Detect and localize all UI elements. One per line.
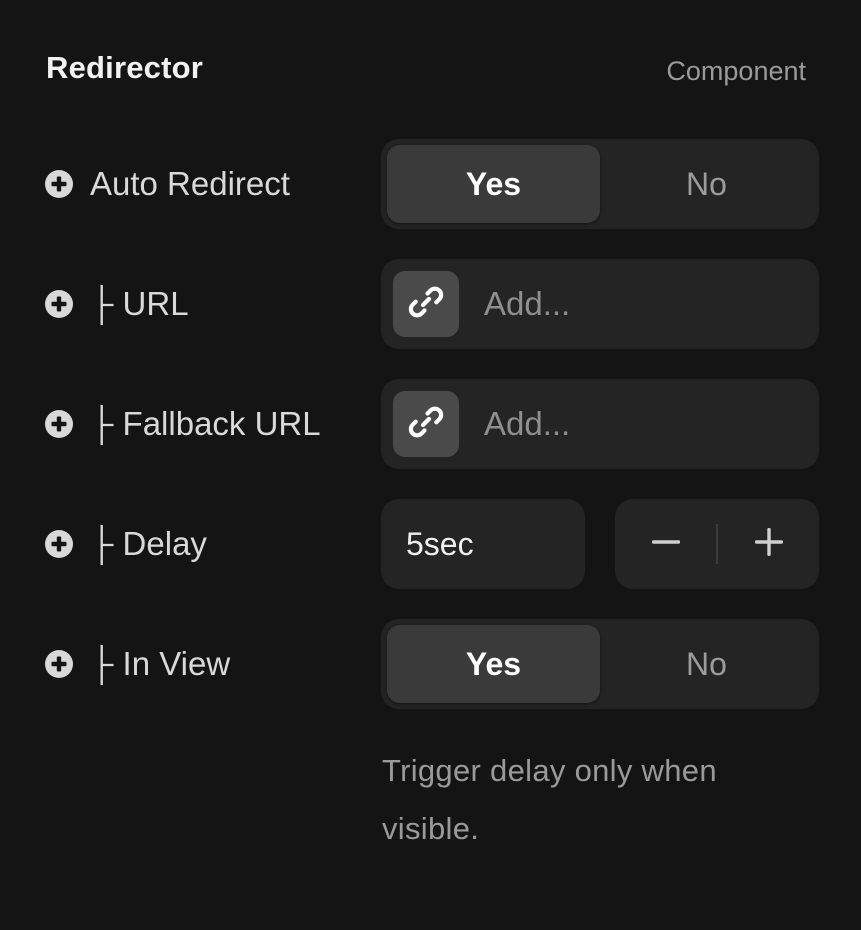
fallback-url-label: ├ Fallback URL — [90, 405, 321, 442]
auto-redirect-row: Auto Redirect Yes No — [0, 139, 861, 229]
url-label: ├ URL — [90, 285, 189, 322]
panel-title: Redirector — [46, 50, 204, 85]
redirector-panel: Redirector Component Auto Redirect Yes N… — [0, 0, 861, 930]
add-property-icon[interactable] — [44, 169, 74, 199]
url-link-button[interactable] — [393, 271, 459, 337]
minus-icon — [651, 527, 681, 562]
in-view-yes-button[interactable]: Yes — [387, 625, 600, 703]
fallback-url-row: ├ Fallback URL — [0, 379, 861, 469]
link-icon — [406, 402, 446, 447]
fallback-url-link-button[interactable] — [393, 391, 459, 457]
in-view-helper-text: Trigger delay only when visible. — [382, 753, 717, 846]
in-view-label: ├ In View — [90, 645, 231, 682]
add-property-icon[interactable] — [44, 289, 74, 319]
auto-redirect-yes-button[interactable]: Yes — [387, 145, 600, 223]
auto-redirect-toggle: Yes No — [381, 139, 819, 229]
url-row: ├ URL — [0, 259, 861, 349]
fallback-url-input[interactable] — [484, 405, 784, 443]
link-icon — [406, 282, 446, 327]
delay-decrement-button[interactable] — [615, 499, 716, 589]
delay-label-group: ├ Delay — [44, 499, 207, 589]
fallback-url-label-group: ├ Fallback URL — [44, 379, 321, 469]
add-property-icon[interactable] — [44, 409, 74, 439]
url-label-group: ├ URL — [44, 259, 189, 349]
auto-redirect-label: Auto Redirect — [90, 165, 290, 202]
in-view-no-button[interactable]: No — [600, 625, 813, 703]
url-field — [381, 259, 819, 349]
fallback-url-field — [381, 379, 819, 469]
plus-icon — [754, 527, 784, 562]
add-property-icon[interactable] — [44, 529, 74, 559]
delay-input[interactable]: 5sec — [381, 499, 585, 589]
in-view-toggle: Yes No — [381, 619, 819, 709]
delay-stepper — [615, 499, 819, 589]
panel-subtitle: Component — [666, 56, 806, 86]
delay-label: ├ Delay — [90, 525, 207, 562]
auto-redirect-no-button[interactable]: No — [600, 145, 813, 223]
auto-redirect-label-group: Auto Redirect — [44, 139, 290, 229]
add-property-icon[interactable] — [44, 649, 74, 679]
url-input[interactable] — [484, 285, 784, 323]
in-view-label-group: ├ In View — [44, 619, 230, 709]
delay-increment-button[interactable] — [718, 499, 819, 589]
in-view-row: ├ In View Yes No — [0, 619, 861, 709]
delay-row: ├ Delay 5sec — [0, 499, 861, 589]
